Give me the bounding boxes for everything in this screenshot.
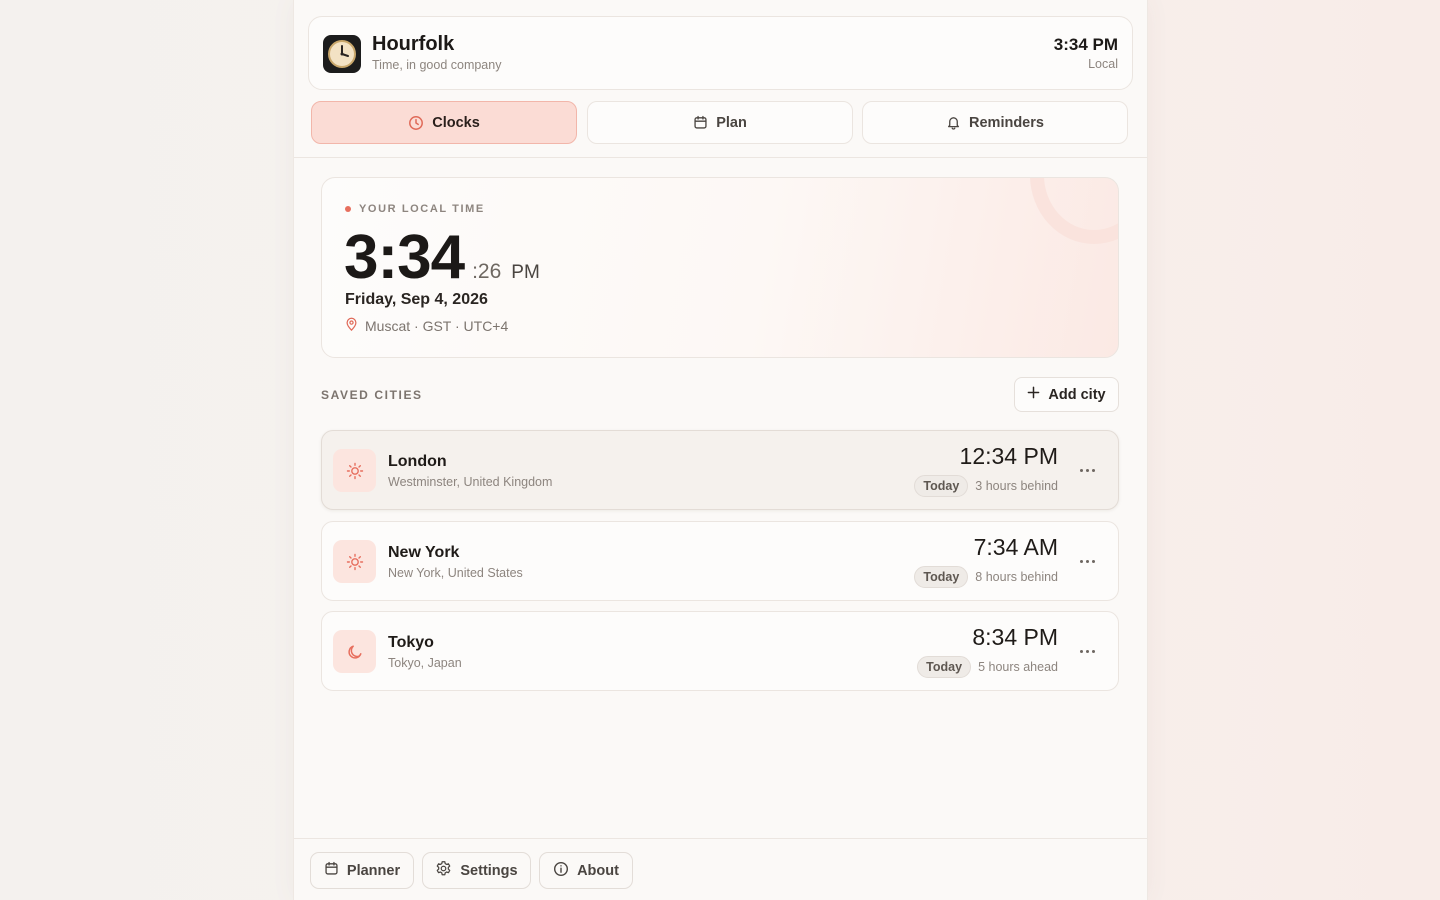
- calendar-icon: [324, 861, 339, 880]
- footer-divider: [294, 838, 1147, 839]
- city-name: New York: [388, 544, 460, 561]
- add-city-label: Add city: [1048, 386, 1106, 403]
- settings-button[interactable]: Settings: [422, 852, 531, 889]
- tab-plan-label: Plan: [716, 114, 747, 131]
- tab-reminders-label: Reminders: [969, 114, 1044, 131]
- city-region: Westminster, United Kingdom: [388, 475, 553, 489]
- city-meta: Today 3 hours behind: [914, 475, 1058, 497]
- local-time-label: YOUR LOCAL TIME: [345, 203, 485, 215]
- local-time-ampm: PM: [511, 262, 540, 283]
- local-time-display: 3:34 :26 PM: [344, 220, 540, 296]
- planner-label: Planner: [346, 862, 401, 879]
- local-time-seconds: :26: [472, 260, 502, 283]
- day-badge: Today: [917, 656, 972, 678]
- header-time-label: Local: [1088, 57, 1118, 71]
- city-time: 8:34 PM: [972, 624, 1058, 650]
- city-name: Tokyo: [388, 634, 434, 651]
- time-offset: 3 hours behind: [975, 479, 1058, 493]
- city-row-london[interactable]: London Westminster, United Kingdom 12:34…: [321, 430, 1119, 510]
- city-name: London: [388, 453, 447, 470]
- tab-plan[interactable]: Plan: [587, 101, 853, 144]
- plus-icon: [1027, 386, 1040, 403]
- settings-label: Settings: [460, 862, 518, 879]
- status-dot: [345, 206, 351, 212]
- local-time-hours-minutes: 3:34: [344, 223, 465, 292]
- city-region: Tokyo, Japan: [388, 656, 462, 670]
- sun-icon: [333, 449, 376, 492]
- more-options-icon[interactable]: [1076, 641, 1098, 661]
- map-pin-icon: [345, 317, 358, 334]
- app-header: Hourfolk Time, in good company 3:34 PM L…: [308, 16, 1133, 90]
- app-window: Hourfolk Time, in good company 3:34 PM L…: [294, 0, 1147, 900]
- header-current-time: 3:34 PM: [1053, 35, 1118, 54]
- local-time-label-text: YOUR LOCAL TIME: [359, 203, 485, 215]
- time-offset: 5 hours ahead: [978, 660, 1058, 674]
- clock-logo-icon: [323, 35, 361, 73]
- more-options-icon[interactable]: [1076, 460, 1098, 480]
- local-location: Muscat · GST · UTC+4: [345, 317, 508, 334]
- sun-icon: [333, 540, 376, 583]
- gear-icon: [435, 860, 452, 881]
- city-row-new-york[interactable]: New York New York, United States 7:34 AM…: [321, 521, 1119, 601]
- time-offset: 8 hours behind: [975, 570, 1058, 584]
- calendar-icon: [693, 115, 708, 130]
- local-date: Friday, Sep 4, 2026: [345, 291, 488, 308]
- city-time: 12:34 PM: [959, 443, 1058, 469]
- saved-cities-heading: SAVED CITIES: [321, 388, 423, 402]
- city-time: 7:34 AM: [973, 534, 1058, 560]
- city-row-tokyo[interactable]: Tokyo Tokyo, Japan 8:34 PM Today 5 hours…: [321, 611, 1119, 691]
- tab-reminders[interactable]: Reminders: [862, 101, 1128, 144]
- decorative-ring: [1030, 178, 1118, 244]
- local-location-text: Muscat · GST · UTC+4: [365, 317, 509, 334]
- app-tagline: Time, in good company: [372, 58, 502, 72]
- tab-clocks-label: Clocks: [432, 114, 480, 131]
- city-meta: Today 8 hours behind: [914, 566, 1058, 588]
- moon-icon: [333, 630, 376, 673]
- planner-button[interactable]: Planner: [310, 852, 414, 889]
- app-name: Hourfolk: [372, 33, 455, 55]
- about-button[interactable]: About: [539, 852, 633, 889]
- add-city-button[interactable]: Add city: [1014, 377, 1119, 412]
- more-options-icon[interactable]: [1076, 551, 1098, 571]
- day-badge: Today: [914, 566, 969, 588]
- tab-clocks[interactable]: Clocks: [311, 101, 577, 144]
- tab-bar: Clocks Plan Reminders: [311, 101, 1129, 144]
- city-region: New York, United States: [388, 566, 523, 580]
- day-badge: Today: [914, 475, 969, 497]
- header-divider: [294, 157, 1147, 158]
- info-icon: [553, 861, 569, 881]
- local-time-card: YOUR LOCAL TIME 3:34 :26 PM Friday, Sep …: [321, 177, 1119, 358]
- bell-icon: [946, 115, 961, 130]
- clock-icon: [408, 115, 424, 131]
- about-label: About: [577, 862, 619, 879]
- city-meta: Today 5 hours ahead: [917, 656, 1058, 678]
